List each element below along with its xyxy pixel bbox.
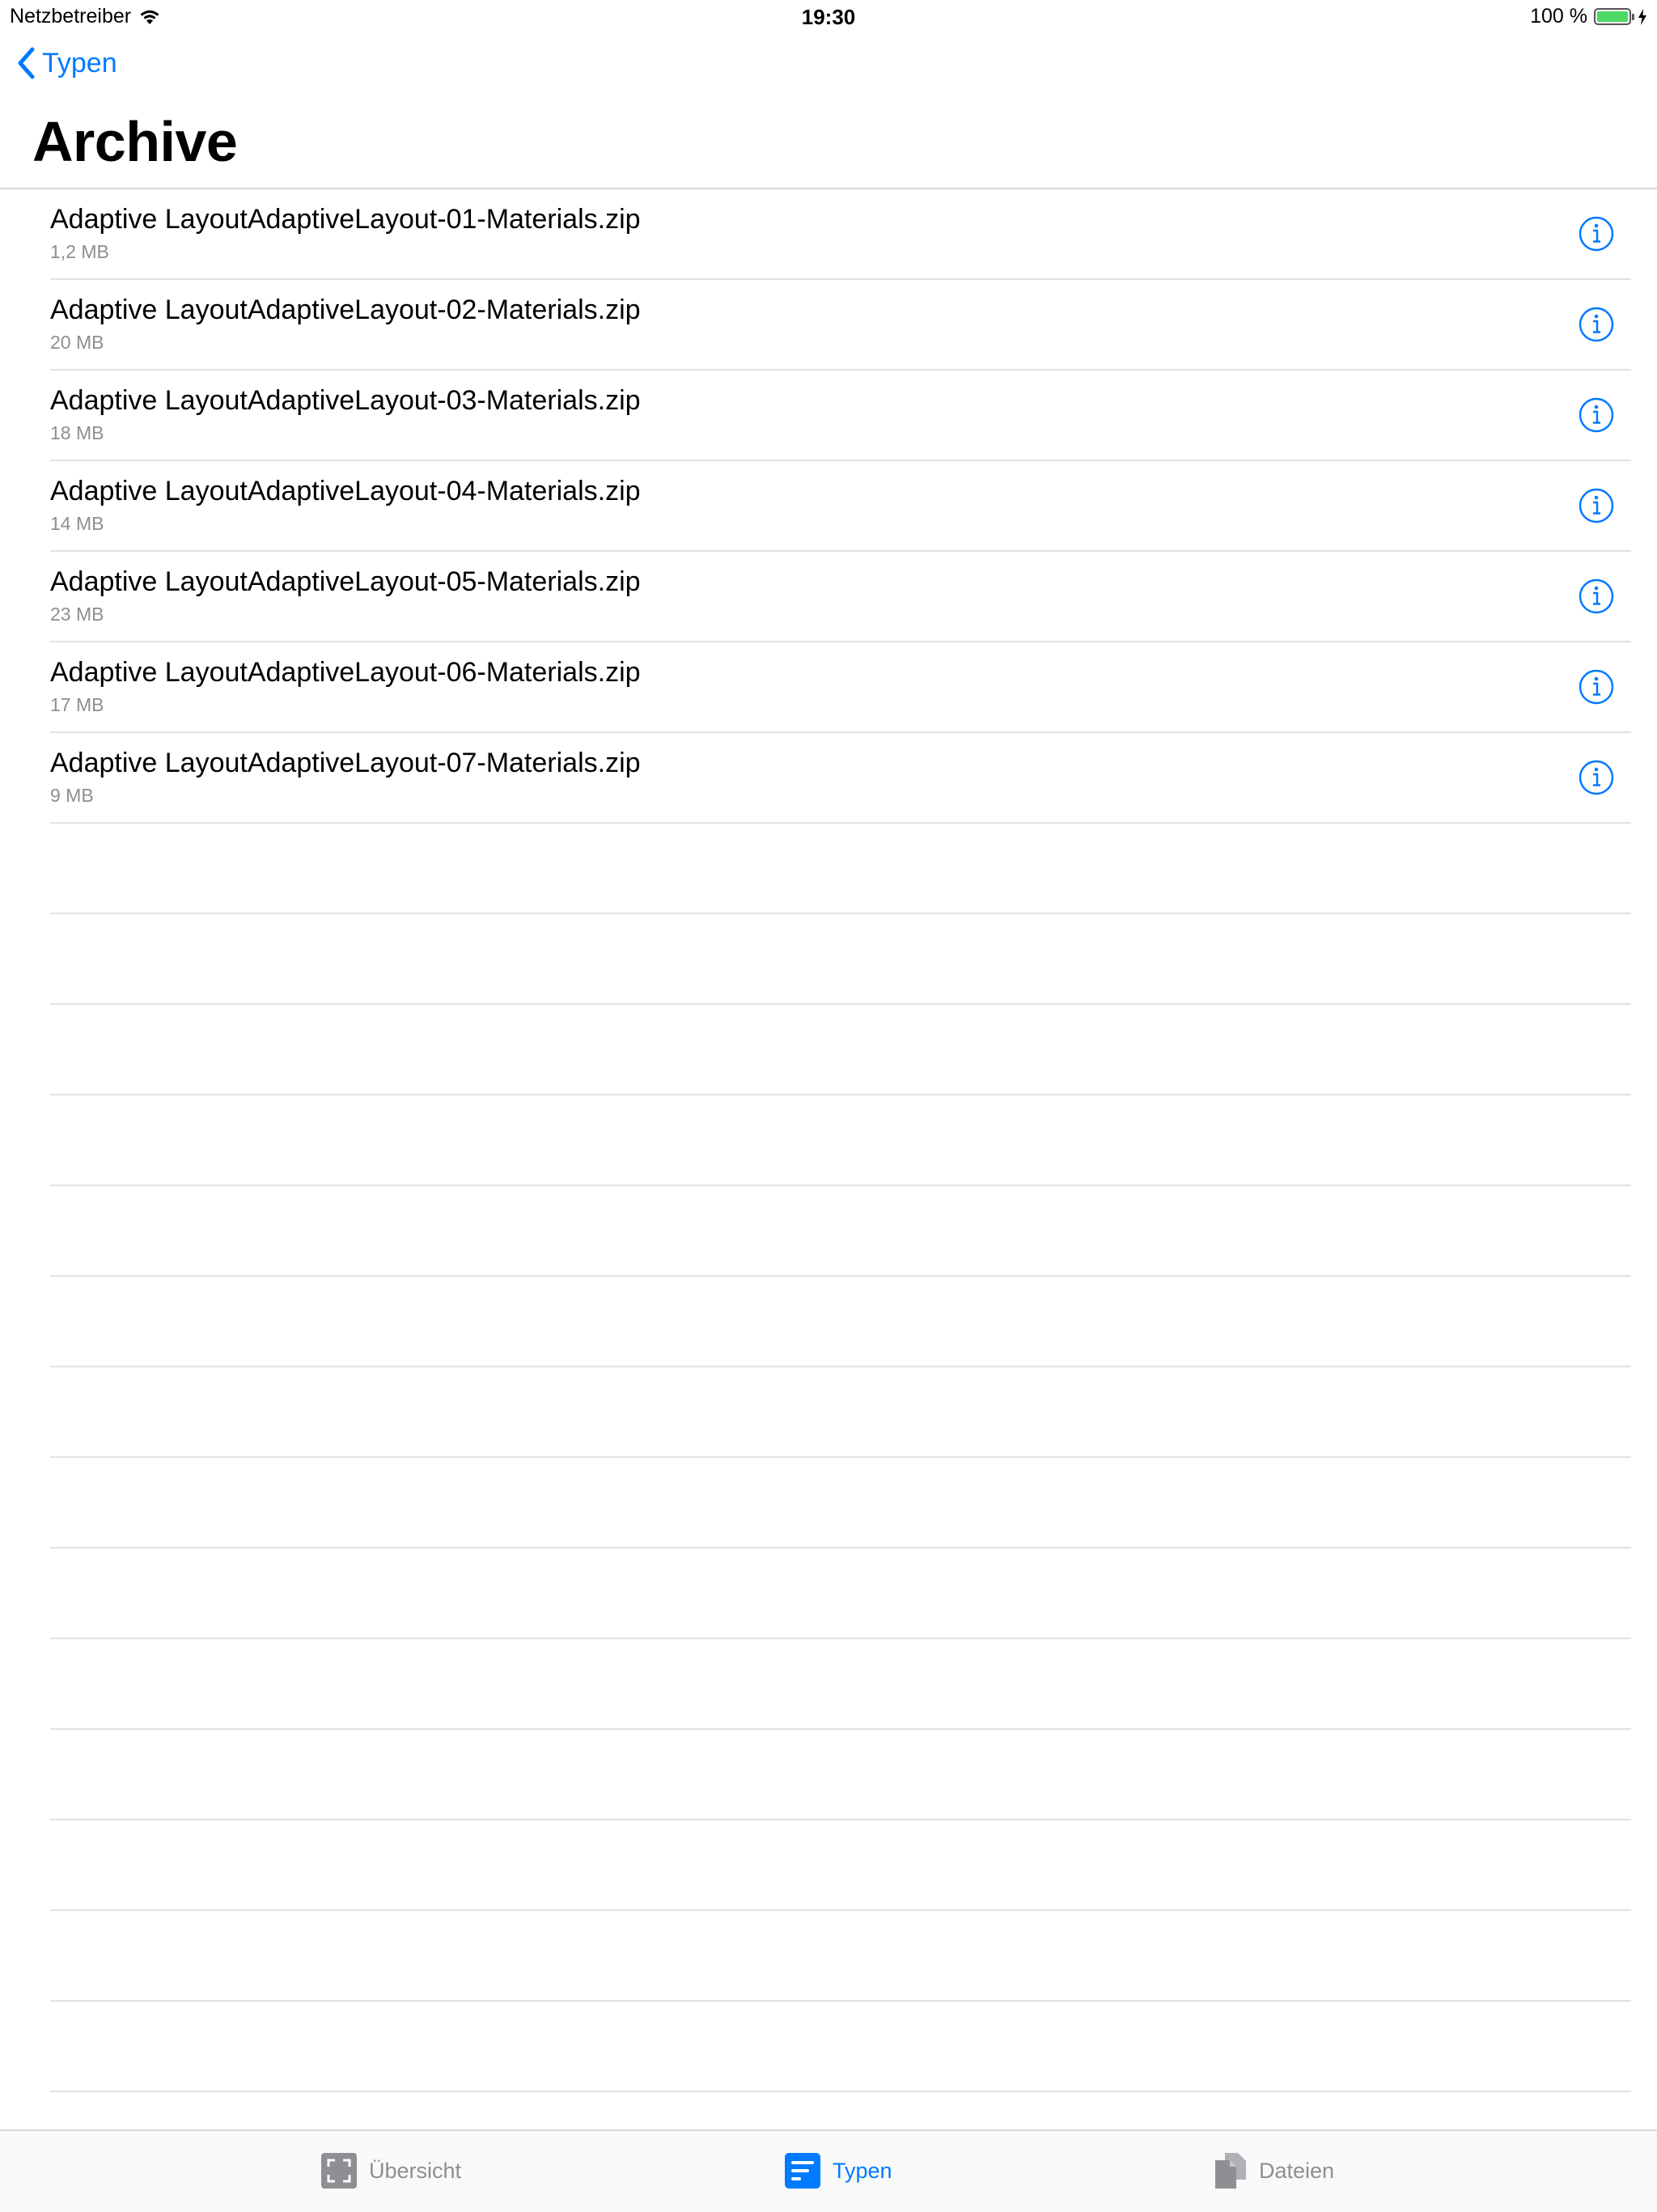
info-icon[interactable] — [1578, 668, 1615, 706]
files-icon — [1215, 2153, 1246, 2189]
tab-files[interactable]: Dateien — [1214, 2152, 1334, 2189]
battery-icon — [1594, 8, 1634, 25]
tab-overview[interactable]: Übersicht — [320, 2152, 461, 2189]
list-item[interactable]: Adaptive LayoutAdaptiveLayout-03-Materia… — [50, 371, 1631, 461]
file-size: 18 MB — [50, 422, 104, 443]
charging-bolt-icon — [1638, 8, 1646, 25]
empty-row — [50, 1186, 1631, 1277]
types-icon — [785, 2153, 820, 2189]
page-title: Archive — [32, 110, 238, 173]
empty-row — [50, 1005, 1631, 1095]
file-list: Adaptive LayoutAdaptiveLayout-01-Materia… — [0, 189, 1657, 2092]
file-name: Adaptive LayoutAdaptiveLayout-07-Materia… — [50, 748, 641, 778]
empty-row — [50, 914, 1631, 1005]
tab-types-label: Typen — [833, 2158, 892, 2183]
list-item[interactable]: Adaptive LayoutAdaptiveLayout-02-Materia… — [50, 280, 1631, 371]
file-name: Adaptive LayoutAdaptiveLayout-03-Materia… — [50, 385, 641, 416]
empty-row — [50, 2002, 1631, 2092]
battery-percent: 100 % — [1530, 5, 1587, 28]
tab-bar: Übersicht Typen Dateien — [0, 2129, 1657, 2212]
empty-row — [50, 1367, 1631, 1458]
list-item[interactable]: Adaptive LayoutAdaptiveLayout-05-Materia… — [50, 552, 1631, 642]
info-icon[interactable] — [1578, 487, 1615, 524]
empty-row — [50, 824, 1631, 914]
empty-row — [50, 1095, 1631, 1186]
empty-row — [50, 1639, 1631, 1730]
clock: 19:30 — [801, 5, 856, 29]
file-size: 20 MB — [50, 332, 104, 353]
empty-row — [50, 1458, 1631, 1549]
overview-icon — [321, 2153, 357, 2189]
chevron-left-icon — [18, 47, 35, 79]
empty-row — [50, 1820, 1631, 1911]
file-name: Adaptive LayoutAdaptiveLayout-04-Materia… — [50, 476, 641, 506]
list-item[interactable]: Adaptive LayoutAdaptiveLayout-07-Materia… — [50, 733, 1631, 824]
tab-files-label: Dateien — [1259, 2158, 1335, 2183]
empty-row — [50, 1730, 1631, 1820]
tab-overview-label: Übersicht — [369, 2158, 462, 2183]
file-name: Adaptive LayoutAdaptiveLayout-05-Materia… — [50, 566, 641, 597]
info-icon[interactable] — [1578, 578, 1615, 615]
file-size: 1,2 MB — [50, 241, 109, 262]
list-item[interactable]: Adaptive LayoutAdaptiveLayout-06-Materia… — [50, 642, 1631, 733]
empty-row — [50, 1911, 1631, 2002]
file-size: 14 MB — [50, 513, 104, 534]
empty-row — [50, 1277, 1631, 1367]
info-icon[interactable] — [1578, 215, 1615, 252]
info-icon[interactable] — [1578, 759, 1615, 796]
file-name: Adaptive LayoutAdaptiveLayout-02-Materia… — [50, 295, 641, 325]
back-button[interactable]: Typen — [16, 47, 117, 79]
list-item[interactable]: Adaptive LayoutAdaptiveLayout-04-Materia… — [50, 461, 1631, 552]
status-bar: Netzbetreiber 19:30 100 % — [0, 0, 1657, 32]
info-icon[interactable] — [1578, 306, 1615, 343]
file-size: 9 MB — [50, 785, 94, 806]
file-size: 23 MB — [50, 604, 104, 625]
file-size: 17 MB — [50, 694, 104, 715]
file-name: Adaptive LayoutAdaptiveLayout-01-Materia… — [50, 204, 641, 235]
tab-types[interactable]: Typen — [784, 2152, 892, 2189]
list-item[interactable]: Adaptive LayoutAdaptiveLayout-01-Materia… — [50, 189, 1631, 280]
back-button-label: Typen — [42, 47, 117, 78]
battery-group: 100 % — [1530, 5, 1647, 28]
empty-row — [50, 1549, 1631, 1639]
info-icon[interactable] — [1578, 396, 1615, 434]
file-name: Adaptive LayoutAdaptiveLayout-06-Materia… — [50, 657, 641, 688]
